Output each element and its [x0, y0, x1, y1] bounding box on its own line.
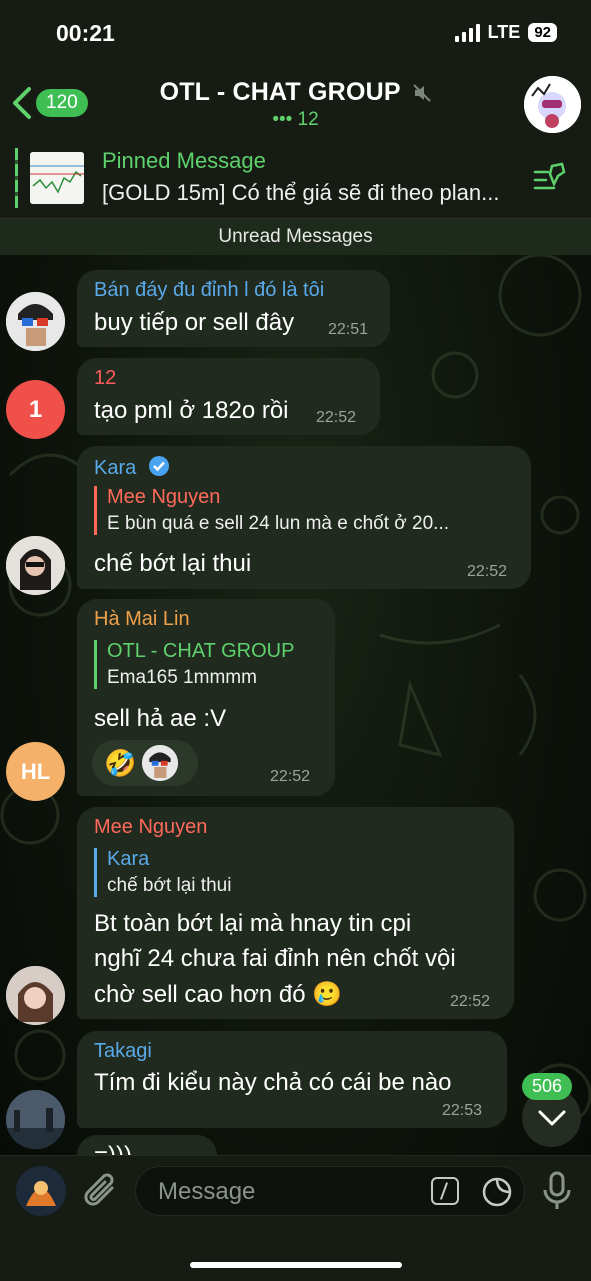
message-text: sell hả ae :V: [94, 705, 227, 732]
message-time: 22:52: [316, 409, 357, 426]
message-input-container[interactable]: [135, 1166, 525, 1217]
pinned-message-bar[interactable]: Pinned Message [GOLD 15m] Có thể giá sẽ …: [0, 140, 591, 219]
battery-icon: 92: [528, 23, 557, 42]
message-sender[interactable]: 12: [94, 367, 116, 390]
sender-name: Kara: [94, 457, 137, 479]
reply-quote[interactable]: OTL - CHAT GROUP Ema165 1mmmm: [94, 640, 294, 689]
avatar[interactable]: [6, 966, 65, 1025]
member-count: ••• 12: [272, 109, 319, 130]
message-text-line: chờ sell cao hơn đó 🥲: [94, 981, 343, 1008]
home-indicator: [190, 1262, 402, 1268]
message-text: Tím đi kiểu này chả có cái be nào: [94, 1069, 452, 1096]
reply-sender: Mee Nguyen: [107, 486, 221, 508]
sticker-icon[interactable]: [481, 1176, 513, 1208]
pinned-text: [GOLD 15m] Có thể giá sẽ đi theo plan...: [102, 180, 500, 205]
network-type: LTE: [487, 22, 521, 42]
microphone-icon[interactable]: [540, 1170, 574, 1212]
pinned-indicator: [15, 148, 18, 208]
paperclip-icon[interactable]: [82, 1172, 120, 1212]
message-reactions[interactable]: 🤣: [92, 740, 198, 786]
pin-list-icon[interactable]: [532, 160, 568, 194]
avatar[interactable]: [6, 1090, 65, 1149]
avatar[interactable]: [6, 292, 65, 351]
message-sender[interactable]: Bán đáy đu đỉnh l đó là tôi: [94, 279, 324, 302]
message-input[interactable]: [156, 1167, 420, 1217]
message-time: 22:53: [442, 1102, 483, 1119]
message-time: 22:52: [467, 563, 508, 580]
reply-text: E bùn quá e sell 24 lun mà e chốt ở 20..…: [107, 513, 450, 534]
muted-icon: [413, 84, 432, 103]
avatar[interactable]: [6, 536, 65, 595]
reply-sender: Kara: [107, 848, 150, 870]
signal-icon: [454, 23, 480, 42]
status-indicators: LTE 92: [454, 22, 557, 43]
pinned-label: Pinned Message: [102, 148, 266, 173]
bot-command-icon[interactable]: [431, 1177, 459, 1205]
my-avatar[interactable]: [16, 1166, 66, 1216]
reaction-avatar: [142, 745, 179, 781]
avatar[interactable]: 1: [6, 380, 65, 439]
reply-sender: OTL - CHAT GROUP: [107, 640, 295, 662]
message-text-line: nghĩ 24 chưa fai đỉnh nên chốt vội: [94, 945, 456, 972]
message-time: 22:51: [328, 321, 369, 338]
message-time: 22:52: [450, 993, 491, 1010]
reply-quote[interactable]: Mee Nguyen E bùn quá e sell 24 lun mà e …: [94, 486, 449, 535]
reply-quote[interactable]: Kara chế bớt lại thui: [94, 848, 231, 897]
message-text: tạo pml ở 182o rồi: [94, 397, 289, 424]
message-text-line: Bt toàn bớt lại mà hnay tin cpi: [94, 910, 412, 937]
group-avatar[interactable]: [524, 76, 581, 133]
status-time: 00:21: [56, 20, 115, 46]
message-sender[interactable]: Hà Mai Lin: [94, 608, 190, 631]
reply-text: chế bớt lại thui: [107, 875, 232, 896]
verified-icon: [148, 456, 169, 476]
unread-messages-divider: Unread Messages: [0, 219, 591, 255]
chat-title-text: OTL - CHAT GROUP: [159, 78, 401, 106]
message-sender[interactable]: Takagi: [94, 1040, 152, 1063]
reply-text: Ema165 1mmmm: [107, 667, 257, 688]
chevron-down-icon: [538, 1110, 565, 1125]
unread-count-badge: 506: [522, 1073, 573, 1100]
chat-header: 00:21 LTE 92 120 OTL - CHAT GROUP ••• 12: [0, 0, 591, 141]
reaction-emoji: 🤣: [104, 747, 137, 778]
pinned-thumbnail: [30, 152, 84, 204]
message-time: 22:52: [270, 768, 311, 785]
message-sender[interactable]: Kara: [94, 455, 170, 480]
message-text: chế bớt lại thui: [94, 550, 252, 577]
chat-title[interactable]: OTL - CHAT GROUP: [0, 78, 591, 107]
message-text: buy tiếp or sell đây: [94, 309, 295, 336]
message-sender[interactable]: Mee Nguyen: [94, 816, 207, 839]
avatar[interactable]: HL: [6, 742, 65, 801]
